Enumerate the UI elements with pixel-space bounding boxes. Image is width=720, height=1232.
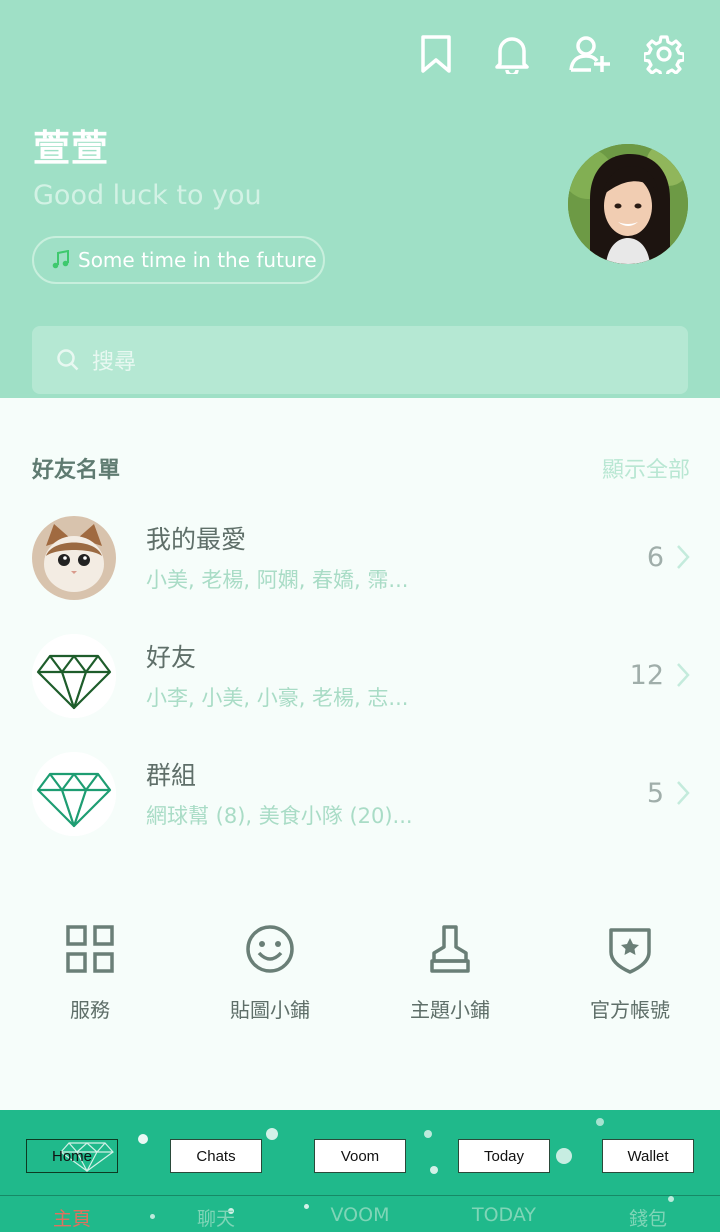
search-input[interactable]: 搜尋 (32, 326, 688, 394)
tab-button-label: Voom (340, 1147, 380, 1165)
add-friend-icon[interactable] (568, 32, 612, 76)
profile-music-button[interactable]: Some time in the future (32, 236, 325, 284)
profile-header: 萱萱 Good luck to you Some time in the fut… (0, 0, 720, 398)
sparkle (556, 1148, 572, 1164)
sparkle (668, 1196, 674, 1202)
group-members: 小美, 老楊, 阿嫻, 春嬌, 霈... (146, 568, 409, 592)
tab-voom-button[interactable]: Voom (314, 1139, 406, 1173)
tab-chats[interactable]: 聊天 (144, 1204, 288, 1231)
tab-home-button[interactable]: Home (26, 1139, 118, 1173)
tab-home[interactable]: 主頁 (0, 1204, 144, 1231)
group-count: 6 (646, 542, 664, 573)
search-icon (57, 349, 79, 371)
friend-list-title: 好友名單 (32, 458, 121, 483)
tab-button-label: Chats (196, 1147, 236, 1165)
chevron-right-icon (677, 545, 690, 569)
cat-avatar (32, 516, 116, 600)
group-title: 我的最愛 (146, 525, 247, 554)
brush-icon (430, 925, 470, 973)
music-note-icon (52, 250, 69, 269)
group-title: 好友 (146, 643, 197, 672)
group-title: 群組 (146, 761, 197, 790)
search-placeholder: 搜尋 (92, 350, 137, 375)
group-members: 小李, 小美, 小豪, 老楊, 志... (146, 686, 409, 710)
chevron-right-icon (677, 663, 690, 687)
service-sticker-shop[interactable]: 貼圖小鋪 (180, 924, 360, 1023)
music-title: Some time in the future (78, 248, 317, 272)
tab-voom[interactable]: VOOM (288, 1204, 432, 1226)
show-all-link[interactable]: 顯示全部 (602, 452, 690, 484)
shield-star-icon (609, 928, 651, 974)
gear-icon[interactable] (642, 32, 686, 76)
sparkle (596, 1118, 604, 1126)
tab-wallet[interactable]: 錢包 (576, 1204, 720, 1231)
service-theme-shop[interactable]: 主題小鋪 (360, 924, 540, 1023)
chevron-right-icon (677, 781, 690, 805)
bottom-tab-bar: Home Chats Voom Today Wallet 主頁 聊天 VOOM … (0, 1110, 720, 1232)
diamond-avatar (32, 752, 116, 836)
service-label: 主題小鋪 (410, 998, 490, 1022)
service-official-accounts[interactable]: 官方帳號 (540, 924, 720, 1023)
tab-chats-button[interactable]: Chats (170, 1139, 262, 1173)
tab-button-label: Today (483, 1147, 525, 1165)
sparkle (430, 1166, 438, 1174)
list-item-favorites[interactable]: 我的最愛 小美, 老楊, 阿嫻, 春嬌, 霈... 6 (0, 516, 720, 616)
bell-icon[interactable] (490, 32, 534, 76)
smiley-icon (246, 925, 294, 973)
group-count: 12 (629, 660, 664, 691)
service-services[interactable]: 服務 (0, 924, 180, 1023)
service-label: 官方帳號 (590, 998, 670, 1022)
tab-divider (0, 1195, 720, 1196)
service-label: 貼圖小鋪 (230, 998, 310, 1022)
sparkle (424, 1130, 432, 1138)
tab-button-label: Wallet (627, 1147, 669, 1165)
sparkle (266, 1128, 278, 1140)
tab-today[interactable]: TODAY (432, 1204, 576, 1226)
grid-icon (66, 925, 114, 973)
profile-name[interactable]: 萱萱 (33, 118, 109, 172)
bookmark-icon[interactable] (414, 32, 458, 76)
group-members: 網球幫 (8), 美食小隊 (20)... (146, 804, 413, 828)
tab-wallet-button[interactable]: Wallet (602, 1139, 694, 1173)
status-message[interactable]: Good luck to you (33, 180, 262, 211)
tab-today-button[interactable]: Today (458, 1139, 550, 1173)
avatar[interactable] (568, 144, 688, 264)
list-item-groups[interactable]: 群組 網球幫 (8), 美食小隊 (20)... 5 (0, 752, 720, 852)
sparkle (138, 1134, 148, 1144)
list-item-friends[interactable]: 好友 小李, 小美, 小豪, 老楊, 志... 12 (0, 634, 720, 734)
tab-button-label: Home (51, 1147, 92, 1165)
group-count: 5 (646, 778, 664, 809)
diamond-avatar (32, 634, 116, 718)
service-label: 服務 (70, 998, 110, 1022)
